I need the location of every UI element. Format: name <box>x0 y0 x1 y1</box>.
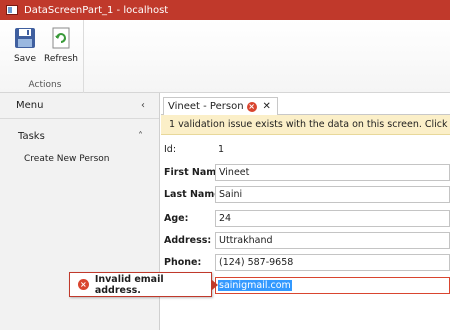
tasks-header[interactable]: Tasks ˄ <box>0 123 159 149</box>
save-button[interactable]: Save <box>8 24 42 68</box>
nav-item-create-new-person[interactable]: Create New Person <box>0 151 159 167</box>
menu-header[interactable]: Menu ‹ <box>0 93 159 119</box>
first-name-field[interactable]: Vineet <box>215 163 450 181</box>
age-label: Age: <box>164 212 189 224</box>
chevron-up-icon[interactable]: ˄ <box>138 131 143 142</box>
actions-group: Save Refresh Actions <box>6 20 84 93</box>
address-row: Address: Uttrakhand <box>161 231 450 249</box>
close-icon[interactable]: ✕ <box>263 101 271 112</box>
save-button-label: Save <box>13 54 37 64</box>
last-name-field[interactable]: Saini <box>215 185 450 203</box>
window-title: DataScreenPart_1 - localhost <box>24 4 169 16</box>
ribbon: Save Refresh Actions <box>0 20 450 93</box>
error-icon: × <box>78 279 89 290</box>
age-field[interactable]: 24 <box>215 209 450 227</box>
refresh-button[interactable]: Refresh <box>44 24 78 68</box>
title-bar: DataScreenPart_1 - localhost <box>0 0 450 20</box>
ribbon-group-label: Actions <box>28 80 62 90</box>
menu-label: Menu <box>16 100 44 111</box>
address-field[interactable]: Uttrakhand <box>215 231 450 249</box>
chevron-left-icon[interactable]: ‹ <box>141 100 145 111</box>
id-value: 1 <box>218 143 225 155</box>
tab-strip: Vineet - Person × ✕ <box>161 93 450 115</box>
error-tooltip-message: Invalid email address. <box>94 273 164 296</box>
error-tooltip: × Invalid email address. <box>69 272 218 297</box>
last-name-row: Last Name: Saini <box>161 185 450 203</box>
email-field[interactable]: sainigmail.com <box>215 276 450 294</box>
tab-vineet-person[interactable]: Vineet - Person × ✕ <box>163 97 278 115</box>
id-row: Id: 1 <box>161 140 450 158</box>
tab-label: Vineet - Person <box>168 101 244 112</box>
app-window-icon <box>6 5 18 15</box>
floppy-disk-icon <box>15 28 35 48</box>
age-row: Age: 24 <box>161 209 450 227</box>
refresh-button-label: Refresh <box>44 54 78 64</box>
address-label: Address: <box>164 234 212 246</box>
error-icon: × <box>246 101 257 112</box>
first-name-row: First Name: Vineet <box>161 163 450 181</box>
phone-row: Phone: (124) 587-9658 <box>161 253 450 271</box>
tasks-label: Tasks <box>18 130 45 142</box>
validation-message: 1 validation issue exists with the data … <box>169 119 450 130</box>
validation-summary-bar[interactable]: 1 validation issue exists with the data … <box>161 115 450 135</box>
id-label: Id: <box>164 143 177 155</box>
phone-label: Phone: <box>164 256 202 268</box>
email-selected-text: sainigmail.com <box>218 279 292 291</box>
refresh-icon <box>52 27 70 49</box>
phone-field[interactable]: (124) 587-9658 <box>215 253 450 271</box>
